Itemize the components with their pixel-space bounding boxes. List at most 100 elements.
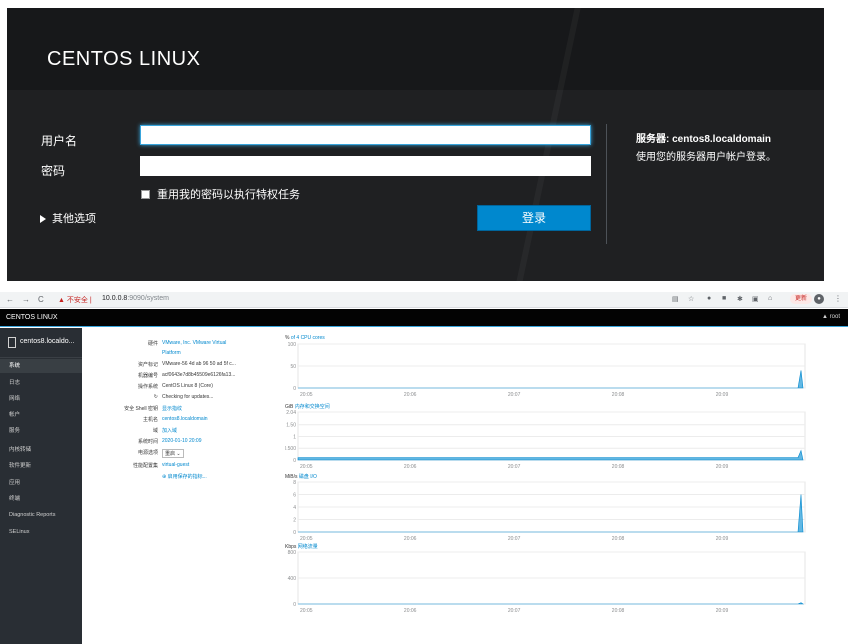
extension-icon[interactable]: ■ — [722, 295, 726, 302]
password-label: 密码 — [41, 164, 66, 178]
translate-icon[interactable]: ▤ — [672, 295, 679, 303]
user-menu[interactable]: ▲ root — [822, 314, 840, 320]
y-tick-label: 6 — [293, 493, 296, 499]
x-tick-label: 20:08 — [612, 392, 625, 398]
extension-icon[interactable]: ● — [707, 295, 711, 302]
reload-icon[interactable]: C — [38, 295, 44, 304]
login-button[interactable]: 登录 — [477, 205, 591, 231]
enable-metrics-link[interactable]: ⊕ 启用保存的指标... — [162, 473, 207, 480]
browser-window: ← → C ▲ 不安全 | 10.0.0.8:9090/system ▤ ☆ ●… — [0, 292, 848, 644]
ssh-link[interactable]: 显示指纹 — [162, 405, 182, 412]
extension-icon[interactable]: ⌂ — [768, 295, 772, 302]
server-info: 服务器: centos8.localdomain — [636, 130, 771, 145]
extension-icon[interactable]: ▣ — [752, 295, 759, 303]
hostname-label: 主机名 — [142, 417, 158, 423]
y-tick-label: 0 — [293, 458, 296, 464]
y-tick-label: 1.50 — [286, 423, 296, 429]
hardware-link[interactable]: VMware, Inc. VMware Virtual — [162, 340, 226, 346]
update-badge[interactable]: 更新 — [790, 294, 812, 304]
x-tick-label: 20:07 — [508, 608, 521, 614]
login-panel: CENTOS LINUX 用户名 密码 重用我的密码以执行特权任务 其他选项 登… — [7, 8, 824, 281]
sidebar-item[interactable]: 帐户 — [0, 408, 82, 422]
sidebar-item[interactable]: 内核转储 — [0, 443, 82, 457]
x-tick-label: 20:08 — [612, 608, 625, 614]
sidebar-item[interactable]: 软件更新 — [0, 459, 82, 473]
other-options-label: 其他选项 — [52, 213, 96, 225]
x-tick-label: 20:07 — [508, 536, 521, 542]
time-label: 系统时间 — [137, 439, 158, 445]
sidebar-item[interactable]: 系统 — [0, 359, 82, 373]
reuse-password-label: 重用我的密码以执行特权任务 — [157, 189, 300, 201]
cpu-chart-link[interactable]: of 4 CPU cores — [291, 335, 325, 341]
network-chart-title: Kbps 网络流量 — [285, 543, 318, 550]
security-warning[interactable]: ▲ 不安全 | — [58, 295, 92, 305]
url-path: :9090/system — [127, 295, 169, 302]
sidebar-item[interactable]: 应用 — [0, 476, 82, 490]
login-brand-title: CENTOS LINUX — [47, 48, 201, 70]
sidebar-item[interactable]: 服务 — [0, 424, 82, 438]
profile-link[interactable]: virtual-guest — [162, 462, 189, 468]
domain-link[interactable]: 加入域 — [162, 427, 177, 434]
security-warning-text: 不安全 — [66, 297, 88, 304]
password-input[interactable] — [140, 156, 591, 176]
x-tick-label: 20:05 — [300, 536, 313, 542]
menu-icon[interactable]: ⋮ — [834, 294, 842, 303]
x-tick-label: 20:06 — [404, 536, 417, 542]
reuse-password-checkbox[interactable] — [141, 190, 150, 199]
disk-chart-plot: 8 6 4 2 0 20:05 20:06 20:07 20:08 20:09 — [293, 480, 806, 542]
sidebar-item[interactable]: 日志 — [0, 376, 82, 390]
sidebar-item[interactable]: SELinux — [0, 525, 82, 539]
back-icon[interactable]: ← — [6, 295, 14, 304]
enable-metrics-label: 启用保存的指标... — [167, 474, 207, 480]
username-label: 用户名 — [41, 134, 78, 148]
hardware-label: 硬件 — [147, 341, 158, 347]
y-tick-label: 50 — [290, 364, 296, 370]
y-tick-label: 1 — [293, 434, 296, 440]
other-options-toggle[interactable]: 其他选项 — [40, 210, 96, 226]
star-icon[interactable]: ☆ — [688, 295, 694, 303]
x-tick-label: 20:09 — [716, 536, 729, 542]
system-overview: 硬件 VMware, Inc. VMware Virtual Platform 资… — [82, 328, 848, 644]
updates-value: Checking for updates... — [162, 394, 214, 400]
x-tick-label: 20:05 — [300, 464, 313, 470]
x-tick-label: 20:05 — [300, 392, 313, 398]
power-select-box[interactable]: 重启 ⌄ — [162, 449, 184, 458]
x-tick-label: 20:05 — [300, 608, 313, 614]
hostname-link[interactable]: centos8.localdomain — [162, 416, 208, 422]
forward-icon[interactable]: → — [22, 295, 30, 304]
os-label: 操作系统 — [137, 384, 158, 390]
time-link[interactable]: 2020-01-10 20:09 — [162, 438, 201, 444]
ssh-label: 安全 Shell 密钥 — [124, 406, 158, 412]
sidebar-item[interactable]: 网络 — [0, 392, 82, 406]
login-divider — [606, 124, 607, 244]
memory-chart-plot: 2.04 1.50 1 0.500 0 20:05 20:06 20:07 20:08 20:09 — [285, 410, 806, 470]
server-icon — [8, 337, 16, 348]
cockpit-topbar: CENTOS LINUX ▲ root — [0, 309, 848, 327]
y-tick-label: 100 — [288, 342, 297, 348]
address-bar: ← → C ▲ 不安全 | 10.0.0.8:9090/system ▤ ☆ ●… — [0, 292, 848, 308]
profile-avatar[interactable]: ● — [814, 294, 824, 304]
machine-id-label: 机器编号 — [137, 373, 158, 379]
url-field[interactable]: 10.0.0.8:9090/system — [102, 295, 169, 302]
x-tick-label: 20:08 — [612, 464, 625, 470]
asset-value: VMware-56 4d ab 96 50 ad 5f c... — [162, 361, 236, 367]
y-tick-label: 0 — [293, 530, 296, 536]
y-tick-label: 2 — [293, 518, 296, 524]
refresh-icon: ↻ — [153, 394, 158, 400]
power-select[interactable]: 重启 ⌄ — [162, 449, 184, 458]
host-switcher[interactable]: centos8.localdo... — [0, 328, 82, 358]
x-tick-label: 20:06 — [404, 608, 417, 614]
domain-label: 域 — [152, 428, 158, 434]
username-input[interactable] — [140, 125, 591, 145]
extension-icon[interactable]: ✱ — [737, 295, 743, 303]
power-select-value: 重启 — [165, 451, 176, 457]
memory-chart-title: GiB 内存和交换空间 — [285, 403, 330, 410]
login-brand-bar: CENTOS LINUX — [7, 8, 824, 90]
server-hint: 使用您的服务器用户帐户登录。 — [636, 152, 776, 163]
hardware-link-cont[interactable]: Platform — [162, 350, 181, 356]
sidebar-item[interactable]: 终端 — [0, 492, 82, 506]
asset-label: 资产标记 — [137, 362, 158, 368]
y-tick-label: 8 — [293, 480, 296, 486]
plus-circle-icon: ⊕ — [162, 474, 167, 480]
sidebar-item[interactable]: Diagnostic Reports — [0, 508, 82, 522]
